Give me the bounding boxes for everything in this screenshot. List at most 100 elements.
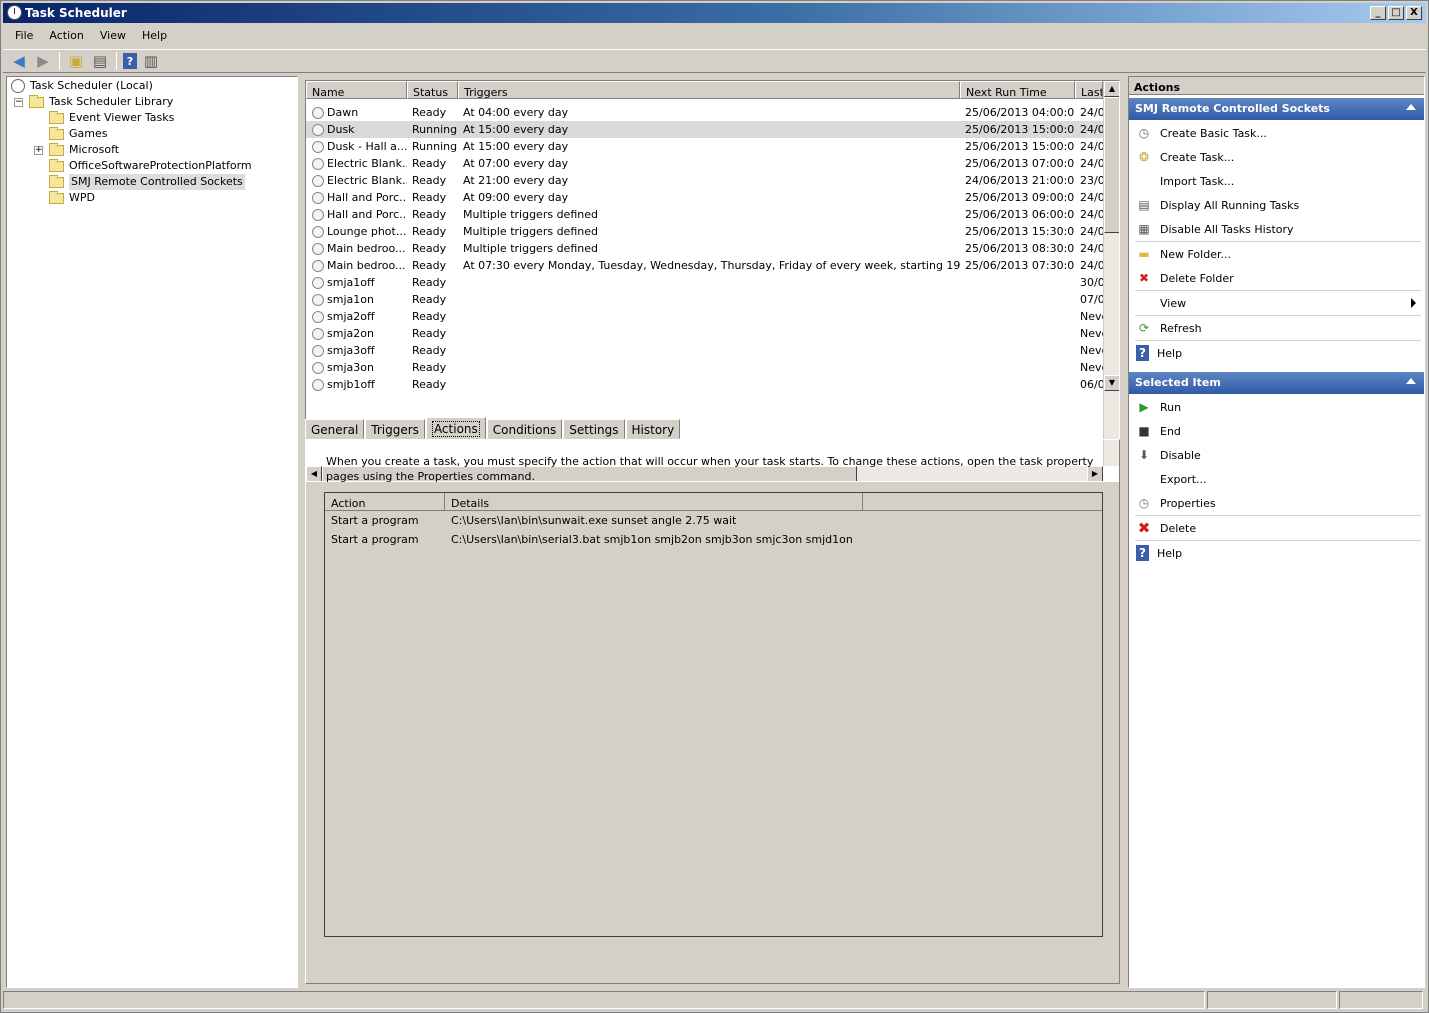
action-item-delete[interactable]: ✖ Delete xyxy=(1129,517,1424,539)
collapse-section-icon[interactable] xyxy=(1406,104,1416,110)
scroll-down-icon[interactable]: ▼ xyxy=(1104,375,1119,391)
table-row[interactable]: Dusk - Hall a... Running At 15:00 every da… xyxy=(306,138,1103,155)
forward-icon[interactable]: ▶ xyxy=(33,51,53,71)
action-item-create-basic-task[interactable]: ◷ Create Basic Task... xyxy=(1129,122,1424,144)
tree-node-label: Games xyxy=(69,127,108,140)
up-folder-icon[interactable]: ▣ xyxy=(66,51,86,71)
scroll-up-icon[interactable]: ▲ xyxy=(1104,81,1119,97)
next-cell: 24/06/2013 21:00:00 xyxy=(965,174,1075,187)
action-item-display-all-running-tasks[interactable]: ▤ Display All Running Tasks xyxy=(1129,194,1424,216)
tree-node-office-platform[interactable]: OfficeSoftwareProtectionPlatform xyxy=(49,158,252,174)
action-label: End xyxy=(1160,424,1181,438)
action-item-delete-folder[interactable]: ✖ Delete Folder xyxy=(1129,267,1424,289)
menu-view[interactable]: View xyxy=(94,27,132,47)
section-smj-remote-controlled-sockets[interactable]: SMJ Remote Controlled Sockets xyxy=(1129,98,1424,120)
action-item-end[interactable]: ■ End xyxy=(1129,420,1424,442)
column-triggers[interactable]: Triggers xyxy=(458,81,960,99)
table-row[interactable]: Hall and Porc... Ready Multiple triggers d… xyxy=(306,206,1103,223)
table-row[interactable]: Hall and Porc... Ready At 09:00 every day 2… xyxy=(306,189,1103,206)
action-item-disable-all-tasks-history[interactable]: ▦ Disable All Tasks History xyxy=(1129,218,1424,240)
action-item-import-task[interactable]: Import Task... xyxy=(1129,170,1424,192)
column-name[interactable]: Name xyxy=(306,81,407,99)
table-row[interactable]: smja1off Ready 30/0 xyxy=(306,274,1103,291)
menu-action[interactable]: Action xyxy=(43,27,89,47)
column-last[interactable]: Last xyxy=(1075,81,1103,99)
column-next-run-time[interactable]: Next Run Time xyxy=(960,81,1075,99)
next-cell xyxy=(960,342,1075,359)
scroll-thumb[interactable] xyxy=(1104,97,1119,233)
tree-node-microsoft[interactable]: Microsoft xyxy=(49,142,119,158)
tab-actions[interactable]: Actions xyxy=(425,417,486,439)
show-hide-tree-icon[interactable]: ▤ xyxy=(90,51,110,71)
maximize-button[interactable]: □ xyxy=(1388,6,1404,20)
tree-node-event-viewer-tasks[interactable]: Event Viewer Tasks xyxy=(49,110,174,126)
triggers-cell: Multiple triggers defined xyxy=(463,242,598,255)
table-row[interactable]: Lounge phot... Ready Multiple triggers def… xyxy=(306,223,1103,240)
action-item-export[interactable]: Export... xyxy=(1129,468,1424,490)
tab-settings[interactable]: Settings xyxy=(563,419,625,439)
table-row[interactable]: Main bedroo... Ready Multiple triggers def… xyxy=(306,240,1103,257)
expand-icon[interactable]: + xyxy=(34,146,43,155)
table-row[interactable]: smja3on Ready Neve xyxy=(306,359,1103,376)
column-details[interactable]: Details xyxy=(445,493,863,511)
table-row[interactable]: smja2off Ready Neve xyxy=(306,308,1103,325)
task-name: Hall and Porc... xyxy=(327,191,407,204)
tree-node-smj-sockets[interactable]: SMJ Remote Controlled Sockets xyxy=(49,174,245,190)
action-item-view[interactable]: View xyxy=(1129,292,1424,314)
help-icon[interactable]: ? xyxy=(123,53,137,69)
action-item-refresh[interactable]: ⟳ Refresh xyxy=(1129,317,1424,339)
column-status[interactable]: Status xyxy=(407,81,458,99)
table-row[interactable]: Dawn Ready At 04:00 every day 25/06/2013 04… xyxy=(306,104,1103,121)
table-row[interactable]: smja2on Ready Neve xyxy=(306,325,1103,342)
action-item-help[interactable]: ? Help xyxy=(1129,542,1424,564)
separator xyxy=(1135,515,1421,516)
tree-node-wpd[interactable]: WPD xyxy=(49,190,95,206)
action-label: View xyxy=(1160,296,1187,310)
status-cell: Ready xyxy=(412,191,447,204)
table-row[interactable]: smja3off Ready Neve xyxy=(306,342,1103,359)
table-row[interactable]: Dusk Running At 15:00 every day 25/06/2013 … xyxy=(306,121,1103,138)
tree-node-root[interactable]: Task Scheduler (Local) xyxy=(11,78,153,94)
tab-label: Conditions xyxy=(492,423,557,437)
table-row[interactable]: Start a program C:\Users\Ian\bin\serial3… xyxy=(325,531,853,549)
menu-file[interactable]: File xyxy=(9,27,39,47)
collapse-icon[interactable]: − xyxy=(14,98,23,107)
task-list-vertical-scrollbar[interactable]: ▲ ▼ xyxy=(1103,81,1119,466)
table-row[interactable]: Electric Blank... Ready At 21:00 every day… xyxy=(306,172,1103,189)
table-row[interactable]: smja1on Ready 07/0 xyxy=(306,291,1103,308)
tab-history[interactable]: History xyxy=(625,419,681,439)
task-clock-icon xyxy=(312,327,324,340)
menu-help[interactable]: Help xyxy=(136,27,173,47)
task-name: smja1off xyxy=(327,276,375,289)
column-action[interactable]: Action xyxy=(325,493,445,511)
triggers-cell: At 07:30 every Monday, Tuesday, Wednesda… xyxy=(463,259,960,272)
back-icon[interactable]: ◀ xyxy=(9,51,29,71)
action-item-properties[interactable]: ◷ Properties xyxy=(1129,492,1424,514)
action-item-help[interactable]: ? Help xyxy=(1129,342,1424,364)
tab-general[interactable]: General xyxy=(305,419,365,439)
minimize-button[interactable]: _ xyxy=(1370,6,1386,20)
table-row[interactable]: Main bedroo... Ready At 07:30 every Monday… xyxy=(306,257,1103,274)
action-item-create-task[interactable]: ❂ Create Task... xyxy=(1129,146,1424,168)
action-label: Disable xyxy=(1160,448,1201,462)
table-row[interactable]: smjb1off Ready 06/0 xyxy=(306,376,1103,393)
show-hide-action-pane-icon[interactable]: ▥ xyxy=(141,51,161,71)
close-button[interactable]: X xyxy=(1406,6,1422,20)
action-item-new-folder[interactable]: ▬ New Folder... xyxy=(1129,243,1424,265)
task-clock-icon xyxy=(312,310,324,323)
table-row[interactable]: Start a program C:\Users\Ian\bin\sunwait… xyxy=(325,512,736,530)
table-row[interactable]: Electric Blank... Ready At 07:00 every day… xyxy=(306,155,1103,172)
action-item-run[interactable]: ▶ Run xyxy=(1129,396,1424,418)
action-item-disable[interactable]: ⬇ Disable xyxy=(1129,444,1424,466)
action-label: Create Task... xyxy=(1160,150,1235,164)
task-clock-icon xyxy=(312,361,324,374)
task-name: smjb1off xyxy=(327,378,375,391)
details-cell: C:\Users\Ian\bin\sunwait.exe sunset angl… xyxy=(451,514,737,527)
collapse-section-icon[interactable] xyxy=(1406,378,1416,384)
status-cell: Ready xyxy=(412,361,447,374)
section-selected-item[interactable]: Selected Item xyxy=(1129,372,1424,394)
tab-triggers[interactable]: Triggers xyxy=(365,419,425,439)
tab-conditions[interactable]: Conditions xyxy=(486,419,563,439)
tree-node-library[interactable]: Task Scheduler Library xyxy=(29,94,173,110)
tree-node-games[interactable]: Games xyxy=(49,126,107,142)
